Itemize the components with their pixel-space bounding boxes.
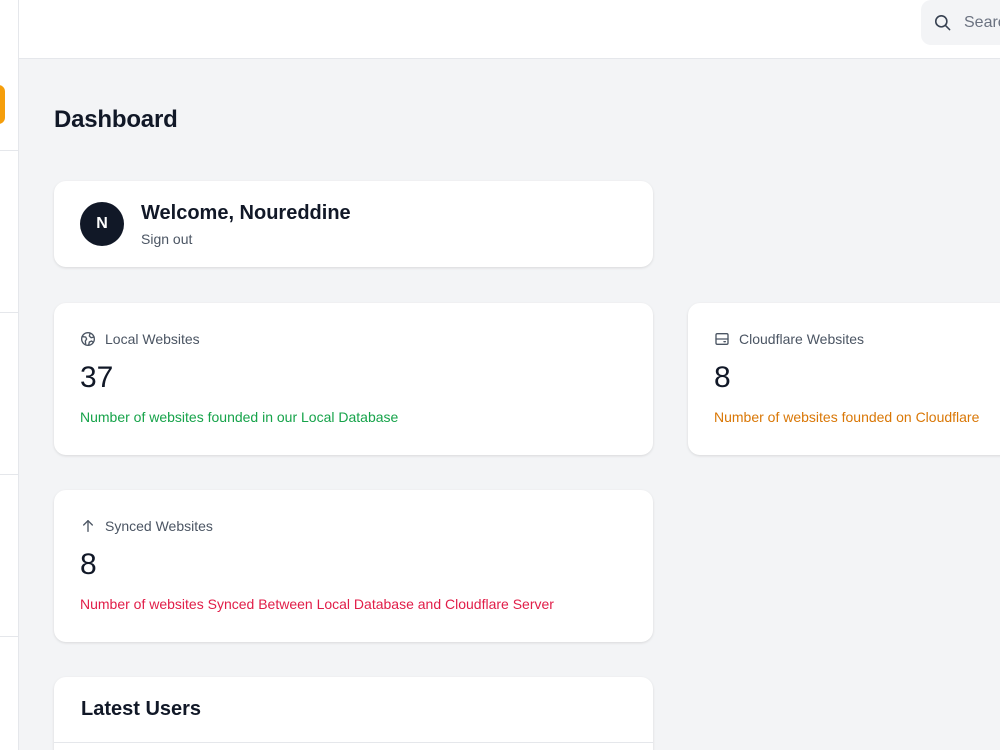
sidebar-divider	[0, 312, 18, 313]
page-title: Dashboard	[54, 106, 178, 133]
sidebar-divider	[0, 150, 18, 151]
stat-description: Number of websites Synced Between Local …	[80, 596, 554, 612]
sidebar-active-item[interactable]	[0, 85, 5, 124]
local-websites-card: Local Websites 37 Number of websites fou…	[54, 303, 653, 455]
search-box[interactable]	[921, 0, 1000, 45]
latest-users-divider	[54, 742, 653, 743]
arrow-up-icon	[83, 520, 93, 532]
stat-value: 8	[714, 361, 731, 394]
stat-label-text: Cloudflare Websites	[739, 331, 865, 347]
avatar[interactable]: N	[80, 202, 124, 246]
sidebar-divider	[0, 636, 18, 637]
stat-description: Number of websites founded in our Local …	[80, 409, 399, 425]
welcome-card: N Welcome, Noureddine Sign out	[54, 181, 653, 267]
latest-users-title: Latest Users	[81, 698, 202, 720]
stat-label-text: Synced Websites	[105, 518, 213, 534]
globe-icon	[81, 332, 95, 346]
sidebar	[0, 0, 19, 750]
synced-websites-card: Synced Websites 8 Number of websites Syn…	[54, 490, 653, 642]
sidebar-divider	[0, 474, 18, 475]
stat-label: Local Websites	[80, 331, 200, 347]
stat-description: Number of websites founded on Cloudflare	[714, 409, 980, 425]
stat-label-text: Local Websites	[105, 331, 200, 347]
search-input[interactable]	[964, 13, 1000, 32]
welcome-greeting: Welcome, Noureddine	[141, 202, 351, 224]
cloudflare-websites-card: Cloudflare Websites 8 Number of websites…	[688, 303, 1000, 455]
stat-label: Synced Websites	[80, 518, 213, 534]
sign-out-link[interactable]: Sign out	[141, 231, 192, 247]
latest-users-card: Latest Users	[54, 677, 653, 750]
search-icon	[934, 14, 951, 31]
stat-value: 37	[80, 361, 114, 394]
stat-value: 8	[80, 548, 97, 581]
server-icon	[715, 333, 729, 345]
stat-label: Cloudflare Websites	[714, 331, 864, 347]
top-bar	[19, 0, 1000, 59]
